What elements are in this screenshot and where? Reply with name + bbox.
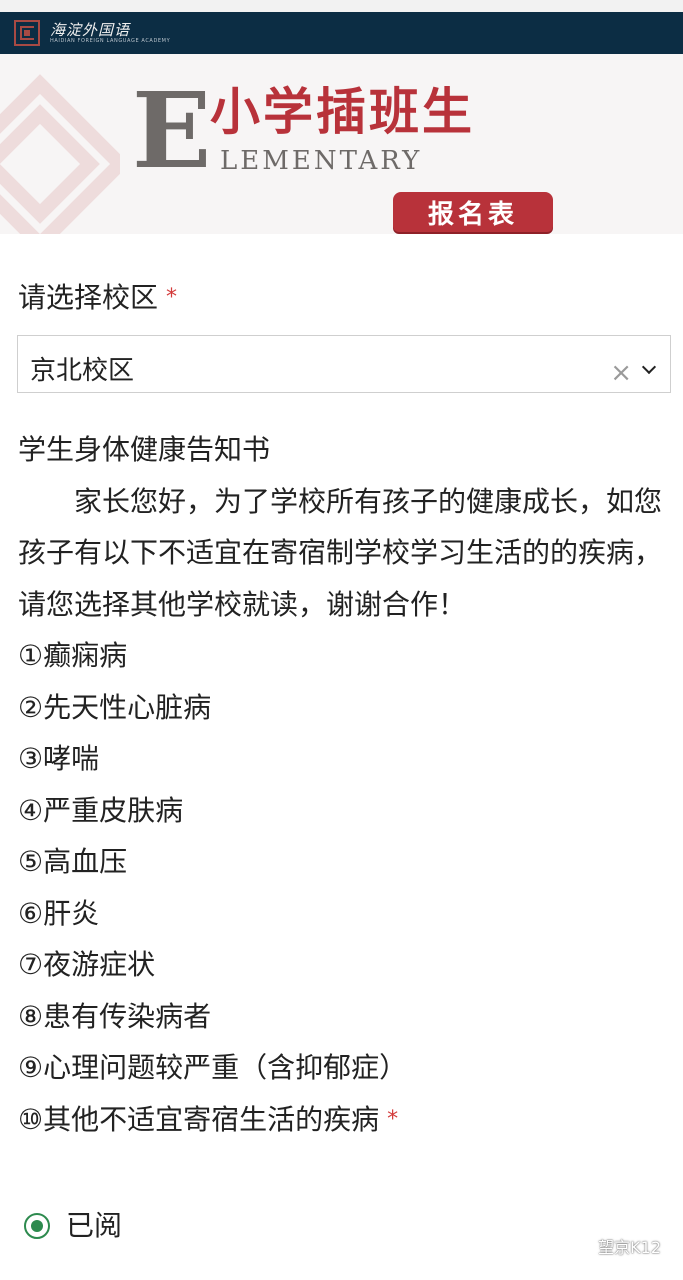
required-mark: * [387, 1106, 399, 1132]
banner-letter: E [132, 69, 212, 192]
list-item: ⑥肝炎 [18, 896, 100, 930]
watermark: 望京K12 [570, 1234, 661, 1258]
health-notice-title: 学生身体健康告知书 [18, 433, 271, 466]
health-notice-body: 家长您好，为了学校所有孩子的健康成长，如您孩子有以下不适宜在寄宿制学校学习生活的… [18, 484, 663, 621]
acknowledge-label[interactable]: 已阅 [66, 1206, 122, 1246]
list-item: ⑤高血压 [18, 845, 128, 878]
school-logo: 海淀外国语 HAIDIAN FOREIGN LANGUAGE ACADEMY [50, 22, 170, 45]
list-item: ⑧患有传染病者 [18, 999, 212, 1033]
required-mark: * [166, 285, 178, 310]
campus-label-text: 请选择校区 [18, 281, 159, 314]
watermark-text: 望京K12 [598, 1238, 661, 1257]
header-banner: E 小学插班生 LEMENTARY 报名表 [0, 54, 683, 234]
radio-selected-dot [31, 1220, 43, 1232]
acknowledge-option[interactable]: 已阅 [24, 1206, 122, 1246]
clear-icon[interactable]: × [610, 356, 632, 390]
status-strip [0, 0, 683, 12]
top-navbar: 海淀外国语 HAIDIAN FOREIGN LANGUAGE ACADEMY [0, 12, 683, 54]
decorative-pattern-icon [0, 74, 120, 234]
list-item: ④严重皮肤病 [18, 793, 184, 827]
campus-select-value: 京北校区 [30, 356, 135, 386]
list-item: ③哮喘 [18, 742, 100, 775]
logo-subtext: HAIDIAN FOREIGN LANGUAGE ACADEMY [50, 37, 171, 44]
campus-select[interactable]: 京北校区 × [17, 335, 671, 393]
school-logo-icon [14, 20, 40, 46]
list-item: ⑦夜游症状 [18, 948, 156, 981]
chevron-down-icon[interactable] [641, 359, 657, 375]
banner-title: 小学插班生 [210, 82, 475, 141]
list-item: ⑨心理问题较严重（含抑郁症） [18, 1051, 408, 1084]
logo-text: 海淀外国语 [50, 20, 131, 39]
health-notice: 学生身体健康告知书 家长您好，为了学校所有孩子的健康成长，如您孩子有以下不适宜在… [18, 424, 668, 1145]
list-item: ②先天性心脏病 [18, 690, 212, 724]
list-item: ①癫痫病 [18, 639, 128, 672]
registration-form-badge: 报名表 [393, 192, 553, 232]
list-item-text: ⑩其他不适宜寄宿生活的疾病 [18, 1102, 380, 1136]
wechat-icon [570, 1237, 592, 1254]
acknowledge-radio[interactable] [24, 1213, 50, 1239]
campus-field-label: 请选择校区 * [18, 278, 177, 318]
disease-list: ①癫痫病 ②先天性心脏病 ③哮喘 ④严重皮肤病 ⑤高血压 ⑥肝炎 ⑦夜游症状 ⑧… [18, 630, 668, 1145]
list-item-last: ⑩其他不适宜寄宿生活的疾病 * [18, 1094, 668, 1146]
banner-subtitle: LEMENTARY [220, 146, 423, 176]
